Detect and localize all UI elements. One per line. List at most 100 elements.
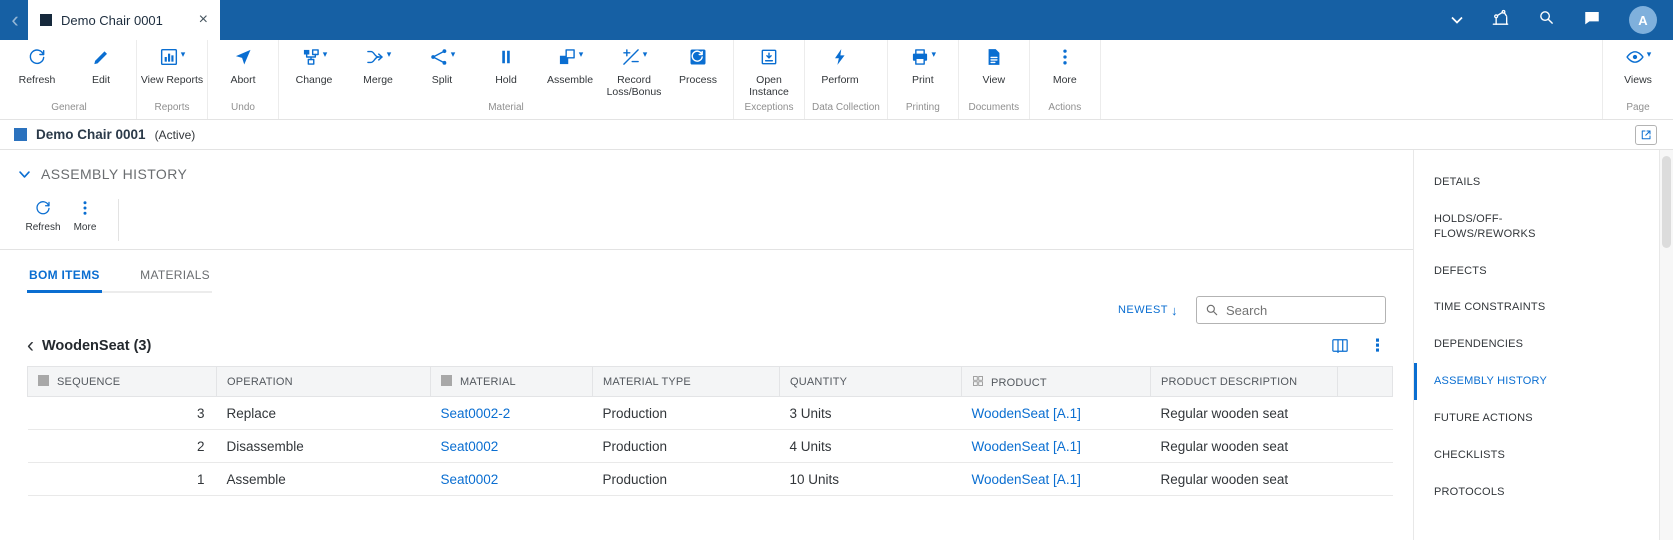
bom-item-icon <box>38 375 49 386</box>
search-box[interactable] <box>1196 296 1386 324</box>
section-more-button[interactable]: More <box>64 199 106 233</box>
print-button[interactable]: ▾ Print <box>891 40 955 99</box>
view-documents-button[interactable]: View <box>962 40 1026 99</box>
sidebar-item-details[interactable]: DETAILS <box>1414 164 1659 201</box>
column-header-material[interactable]: MATERIAL <box>430 366 593 397</box>
dropdown-caret-icon: ▾ <box>386 49 392 59</box>
change-button[interactable]: ▾ Change <box>282 40 346 99</box>
record-loss-bonus-button[interactable]: ▾ Record Loss/Bonus <box>602 40 666 99</box>
sidebar-item-dependencies[interactable]: DEPENDENCIES <box>1414 326 1659 363</box>
sidebar-item-future-actions[interactable]: FUTURE ACTIONS <box>1414 400 1659 437</box>
open-instance-button[interactable]: Open Instance <box>737 40 801 99</box>
column-header-product[interactable]: PRODUCT <box>961 366 1151 397</box>
section-collapse-chevron-icon[interactable] <box>18 168 31 181</box>
column-header-operation[interactable]: OPERATION <box>216 366 431 397</box>
refresh-button[interactable]: Refresh <box>5 40 69 99</box>
avatar[interactable]: A <box>1629 6 1657 34</box>
table-row[interactable]: 3 Replace Seat0002-2 Production 3 Units … <box>27 396 1393 430</box>
sidebar-item-defects[interactable]: DEFECTS <box>1414 253 1659 290</box>
shell-search-button[interactable] <box>1538 9 1555 31</box>
process-button[interactable]: Process <box>666 40 730 99</box>
object-title: Demo Chair 0001 <box>36 127 146 142</box>
abort-button[interactable]: Abort <box>211 40 275 99</box>
anchor-navigation: DETAILS HOLDS/OFF- FLOWS/REWORKS DEFECTS… <box>1413 150 1659 540</box>
bar-chart-icon <box>160 48 177 66</box>
open-in-window-button[interactable] <box>1635 124 1657 145</box>
views-button[interactable]: ▾ Views <box>1606 40 1670 99</box>
cell-material-type: Production <box>592 396 780 430</box>
grid-icon <box>973 375 983 386</box>
ribbon-group-label: Printing <box>905 102 940 113</box>
more-button[interactable]: More <box>1033 40 1097 99</box>
search-input[interactable] <box>1226 302 1377 318</box>
status-badge: (Active) <box>154 127 196 142</box>
search-icon <box>1206 304 1218 316</box>
assemble-button[interactable]: ▾ Assemble <box>538 40 602 99</box>
document-icon <box>988 49 1000 65</box>
edit-button[interactable]: Edit <box>69 40 133 99</box>
object-type-icon <box>14 128 27 141</box>
vertical-scrollbar[interactable] <box>1659 150 1673 540</box>
sidebar-item-protocols[interactable]: PROTOCOLS <box>1414 474 1659 511</box>
sidebar-item-checklists[interactable]: CHECKLISTS <box>1414 437 1659 474</box>
printer-icon <box>912 49 927 65</box>
vertical-dots-icon <box>83 201 87 215</box>
app-tab[interactable]: Demo Chair 0001 × <box>28 0 220 40</box>
shell-machine-button[interactable] <box>1491 8 1510 32</box>
refresh-icon <box>29 49 45 65</box>
material-link[interactable]: Seat0002 <box>441 472 499 487</box>
dropdown-caret-icon: ▾ <box>322 49 328 59</box>
section-refresh-button[interactable]: Refresh <box>22 199 64 233</box>
table-more-button[interactable]: ⋮ <box>1369 337 1386 354</box>
dropdown-caret-icon: ▾ <box>931 49 937 59</box>
shell-back-button[interactable]: ‹ <box>6 2 24 38</box>
ribbon-group-actions: More Actions <box>1030 40 1101 119</box>
cell-quantity: 10 Units <box>779 462 962 496</box>
tab-strip: BOM ITEMS MATERIALS <box>27 262 212 293</box>
product-link[interactable]: WoodenSeat [A.1] <box>972 406 1081 421</box>
tab-bom-items[interactable]: BOM ITEMS <box>27 262 102 293</box>
section-divider <box>0 249 1413 250</box>
sidebar-item-time-constraints[interactable]: TIME CONSTRAINTS <box>1414 289 1659 326</box>
cell-operation: Assemble <box>216 462 431 496</box>
ribbon-group-reports: ▾ View Reports Reports <box>137 40 208 119</box>
change-hierarchy-icon <box>303 49 319 65</box>
sidebar-item-holds-offflows-reworks[interactable]: HOLDS/OFF- FLOWS/REWORKS <box>1414 201 1659 253</box>
product-link[interactable]: WoodenSeat [A.1] <box>972 439 1081 454</box>
table-row[interactable]: 2 Disassemble Seat0002 Production 4 Unit… <box>27 429 1393 463</box>
plus-minus-icon <box>622 49 639 65</box>
split-button[interactable]: ▾ Split <box>410 40 474 99</box>
merge-icon <box>366 50 383 64</box>
column-settings-icon[interactable] <box>1331 338 1349 353</box>
assembly-history-panel: ASSEMBLY HISTORY Refresh More BOM ITEMS … <box>0 150 1413 540</box>
column-header-material-type[interactable]: MATERIAL TYPE <box>592 366 780 397</box>
column-header-quantity[interactable]: QUANTITY <box>779 366 962 397</box>
shell-feedback-button[interactable] <box>1583 9 1601 32</box>
material-link[interactable]: Seat0002-2 <box>441 406 511 421</box>
split-icon <box>430 49 447 65</box>
table-row[interactable]: 1 Assemble Seat0002 Production 10 Units … <box>27 462 1393 496</box>
merge-button[interactable]: ▾ Merge <box>346 40 410 99</box>
perform-button[interactable]: Perform <box>808 40 872 99</box>
cell-empty <box>1337 462 1393 496</box>
dropdown-caret-icon: ▾ <box>578 49 584 59</box>
cell-operation: Disassemble <box>216 429 431 463</box>
shell-dropdown-button[interactable] <box>1451 16 1463 24</box>
eye-icon <box>1626 51 1644 63</box>
sidebar-item-assembly-history[interactable]: ASSEMBLY HISTORY <box>1414 363 1659 400</box>
view-reports-button[interactable]: ▾ View Reports <box>140 40 204 99</box>
column-header-product-description[interactable]: PRODUCT DESCRIPTION <box>1150 366 1338 397</box>
product-link[interactable]: WoodenSeat [A.1] <box>972 472 1081 487</box>
scrollbar-thumb[interactable] <box>1662 156 1671 248</box>
sort-button[interactable]: NEWEST ↓ <box>1118 303 1178 318</box>
hold-button[interactable]: Hold <box>474 40 538 99</box>
machine-icon <box>1492 9 1509 25</box>
cell-empty <box>1337 429 1393 463</box>
column-header-sequence[interactable]: SEQUENCE <box>27 366 217 397</box>
tab-close-button[interactable]: × <box>199 12 208 28</box>
material-link[interactable]: Seat0002 <box>441 439 499 454</box>
breadcrumb-back-button[interactable]: ‹ <box>27 335 34 356</box>
tab-materials[interactable]: MATERIALS <box>138 262 212 291</box>
ribbon-group-label: Undo <box>231 102 255 113</box>
app-tab-title: Demo Chair 0001 <box>61 12 163 28</box>
